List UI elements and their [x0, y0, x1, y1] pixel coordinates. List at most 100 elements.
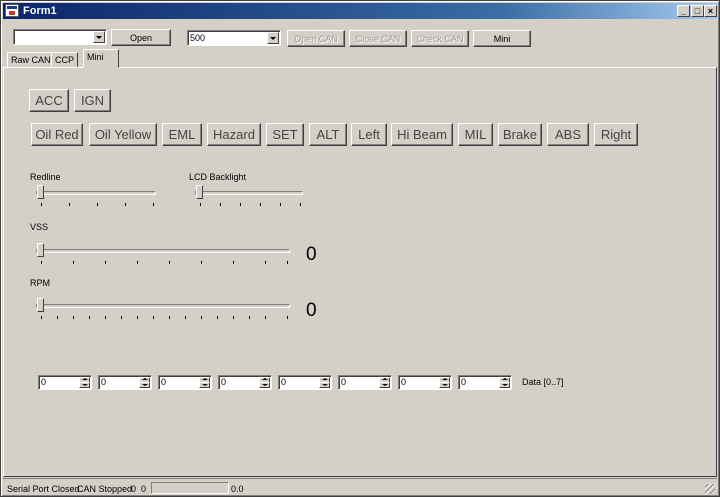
data-byte-7[interactable]: 0: [458, 375, 512, 390]
right-turn-button[interactable]: Right: [594, 123, 638, 146]
tick: [121, 316, 122, 319]
spin-down-icon[interactable]: [139, 382, 150, 388]
rpm-thumb[interactable]: [37, 298, 44, 312]
tick: [265, 316, 266, 319]
tab-mini[interactable]: Mini: [83, 49, 119, 68]
spin-down-icon[interactable]: [379, 382, 390, 388]
redline-label: Redline: [30, 172, 61, 182]
data-byte-5[interactable]: 0: [338, 375, 392, 390]
data-byte-value: 0: [161, 377, 167, 387]
data-byte-1[interactable]: 0: [98, 375, 152, 390]
data-byte-value: 0: [341, 377, 347, 387]
tick: [201, 316, 202, 319]
tick: [169, 316, 170, 319]
counter-a: 0: [131, 484, 137, 494]
tick: [137, 261, 138, 264]
data-byte-3[interactable]: 0: [218, 375, 272, 390]
tick: [233, 261, 234, 264]
tick: [89, 316, 90, 319]
data-label: Data [0..7]: [522, 377, 564, 387]
abs-button[interactable]: ABS: [547, 123, 589, 146]
data-byte-value: 0: [281, 377, 287, 387]
chevron-down-icon[interactable]: [93, 31, 105, 43]
alt-button[interactable]: ALT: [309, 123, 347, 146]
lcd-backlight-thumb[interactable]: [196, 185, 203, 199]
maximize-icon[interactable]: □: [691, 5, 704, 17]
redline-track: [36, 191, 156, 195]
data-byte-value: 0: [461, 377, 467, 387]
left-turn-button[interactable]: Left: [351, 123, 387, 146]
brake-button[interactable]: Brake: [498, 123, 542, 146]
data-byte-4[interactable]: 0: [278, 375, 332, 390]
open-button[interactable]: Open: [111, 29, 171, 46]
rpm-track: [36, 304, 290, 308]
status-bar: Serial Port Closed CAN Stopped 0 0 0.0: [3, 478, 717, 496]
data-byte-value: 0: [101, 377, 107, 387]
tick: [41, 203, 42, 206]
baud-select-value: 500: [190, 33, 206, 43]
tick: [220, 203, 221, 206]
hazard-button[interactable]: Hazard: [207, 123, 261, 146]
counter-b: 0: [141, 484, 147, 494]
oil-yellow-button[interactable]: Oil Yellow: [89, 123, 157, 146]
redline-thumb[interactable]: [37, 185, 44, 199]
oil-red-button[interactable]: Oil Red: [31, 123, 83, 146]
tick: [300, 203, 301, 206]
lcd-backlight-track: [195, 191, 303, 195]
open-can-button[interactable]: Open CAN: [287, 30, 345, 47]
close-icon[interactable]: ×: [704, 5, 717, 17]
tick: [200, 203, 201, 206]
ign-button[interactable]: IGN: [74, 89, 111, 112]
tick: [125, 203, 126, 206]
mini-button[interactable]: Mini: [473, 30, 531, 47]
data-byte-6[interactable]: 0: [398, 375, 452, 390]
spin-down-icon[interactable]: [259, 382, 270, 388]
hi-beam-button[interactable]: Hi Beam: [391, 123, 453, 146]
spin-down-icon[interactable]: [499, 382, 510, 388]
rpm-value: 0: [306, 300, 317, 321]
minimize-icon[interactable]: _: [677, 5, 690, 17]
tick: [97, 203, 98, 206]
vss-value: 0: [306, 244, 317, 265]
acc-button[interactable]: ACC: [29, 89, 69, 112]
chevron-down-icon[interactable]: [267, 32, 279, 44]
mini-tab-panel: ACC IGN Oil Red Oil Yellow EML Hazard SE…: [3, 67, 717, 477]
tick: [240, 203, 241, 206]
eml-button[interactable]: EML: [162, 123, 202, 146]
vss-thumb[interactable]: [37, 243, 44, 257]
set-button[interactable]: SET: [266, 123, 304, 146]
data-byte-2[interactable]: 0: [158, 375, 212, 390]
close-can-button[interactable]: Close CAN: [349, 30, 407, 47]
spin-down-icon[interactable]: [79, 382, 90, 388]
serial-status: Serial Port Closed: [7, 484, 80, 494]
rpm-label: RPM: [30, 278, 50, 288]
tick: [185, 316, 186, 319]
tick: [41, 316, 42, 319]
data-byte-value: 0: [41, 377, 47, 387]
title-bar[interactable]: Form1 _ □ ×: [3, 3, 717, 19]
tick: [105, 316, 106, 319]
tab-raw-can[interactable]: Raw CAN: [7, 52, 55, 67]
baud-select[interactable]: 500: [187, 30, 281, 46]
tick: [249, 316, 250, 319]
tick: [153, 203, 154, 206]
resize-grip-icon[interactable]: [705, 484, 715, 494]
data-byte-0[interactable]: 0: [38, 375, 92, 390]
can-status: CAN Stopped: [77, 484, 133, 494]
app-icon: [5, 4, 19, 17]
check-can-button[interactable]: Check CAN: [411, 30, 469, 47]
tick: [57, 316, 58, 319]
tick: [287, 316, 288, 319]
tick: [201, 261, 202, 264]
spin-down-icon[interactable]: [199, 382, 210, 388]
tick: [73, 261, 74, 264]
mil-button[interactable]: MIL: [458, 123, 493, 146]
tab-ccp[interactable]: CCP: [51, 52, 79, 67]
spin-down-icon[interactable]: [439, 382, 450, 388]
progress-bar: [151, 482, 229, 494]
spin-down-icon[interactable]: [319, 382, 330, 388]
port-select[interactable]: [13, 29, 107, 45]
window-title: Form1: [23, 5, 57, 17]
tick: [41, 261, 42, 264]
tick: [265, 261, 266, 264]
